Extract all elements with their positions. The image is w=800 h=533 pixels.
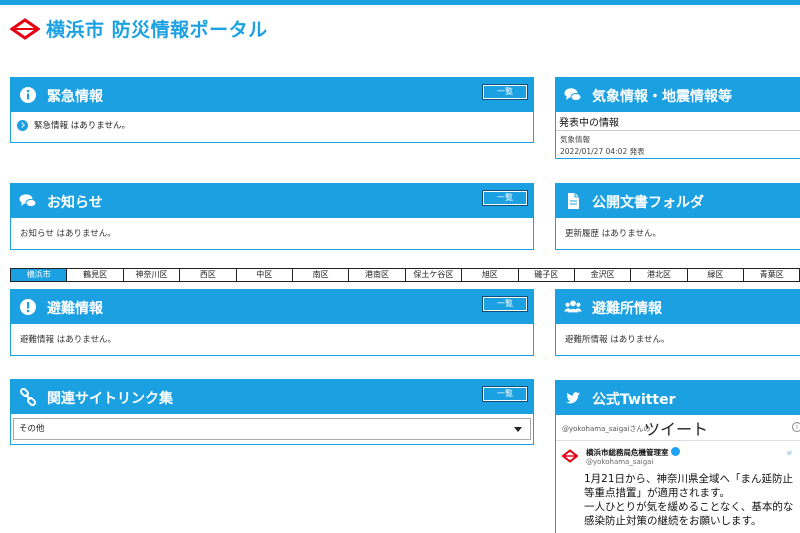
emergency-item[interactable]: 緊急情報 はありません。 <box>11 112 533 138</box>
info-icon[interactable]: i <box>792 422 800 432</box>
notices-text: お知らせ はありません。 <box>20 229 116 239</box>
emergency-panel: 緊急情報 一覧 緊急情報 はありません。 <box>10 77 534 143</box>
documents-header: 公開文書フォルダ <box>556 184 800 218</box>
twitter-by-label[interactable]: @yokohama_saigaiさんの <box>562 424 650 434</box>
ward-tab[interactable]: 横浜市 <box>11 269 68 281</box>
shelters-header: 避難所情報 <box>556 290 800 324</box>
links-select[interactable]: その他 <box>13 418 531 440</box>
tweet-handle[interactable]: @yokohama_saigai <box>586 458 800 466</box>
yokohama-logo-icon[interactable] <box>10 18 40 40</box>
evacuation-panel: 避難情報 一覧 避難情報 はありません。 <box>10 289 534 356</box>
exclamation-icon <box>20 299 36 315</box>
info-icon <box>20 87 36 103</box>
notices-title: お知らせ <box>47 195 103 211</box>
emergency-header: 緊急情報 一覧 <box>11 78 533 112</box>
ward-tab[interactable]: 磯子区 <box>518 269 575 281</box>
links-select-value: その他 <box>19 424 45 434</box>
twitter-bird-icon[interactable] <box>785 449 794 457</box>
ward-tabs: 横浜市 鶴見区 神奈川区 西区 中区 南区 港南区 保土ケ谷区 旭区 磯子区 金沢区 港北区 緑区 青葉区 <box>10 268 800 282</box>
ward-tab[interactable]: 緑区 <box>687 269 745 281</box>
twitter-bird-icon <box>566 392 580 404</box>
documents-panel: 公開文書フォルダ 更新履歴 はありません。 <box>555 183 800 250</box>
weather-panel: 気象情報・地震情報等 発表中の情報 気象情報 2022/01/27 04:02 … <box>555 77 800 159</box>
evacuation-header: 避難情報 一覧 <box>11 290 533 324</box>
evacuation-text: 避難情報 はありません。 <box>20 335 116 345</box>
weather-header: 気象情報・地震情報等 <box>556 78 800 112</box>
ward-tab[interactable]: 青葉区 <box>744 269 800 281</box>
twitter-tweet-heading: ツイート <box>644 420 709 439</box>
tweet-item[interactable]: 横浜市総務局危機管理室 @yokohama_saigai 1月21日から、神奈川… <box>556 441 800 528</box>
weather-item-title: 気象情報 <box>560 135 590 144</box>
shelters-panel: 避難所情報 避難所情報 はありません。 <box>555 289 800 356</box>
evacuation-list-button[interactable]: 一覧 <box>482 296 528 312</box>
emergency-item-text: 緊急情報 はありません。 <box>34 121 130 131</box>
ward-tab[interactable]: 港南区 <box>349 269 406 281</box>
links-title: 関連サイトリンク集 <box>47 391 173 407</box>
tweet-text: 1月21日から、神奈川県全域へ「まん延防止等重点措置」が適用されます。 一人ひと… <box>584 473 794 527</box>
shelters-text: 避難所情報 はありません。 <box>565 335 670 345</box>
account-avatar[interactable] <box>562 449 578 463</box>
ward-tab[interactable]: 神奈川区 <box>123 269 181 281</box>
links-list-button[interactable]: 一覧 <box>482 386 528 402</box>
notices-list-button[interactable]: 一覧 <box>482 190 528 206</box>
ward-tab[interactable]: 港北区 <box>631 269 688 281</box>
ward-tab[interactable]: 西区 <box>180 269 237 281</box>
ward-tab[interactable]: 中区 <box>236 269 293 281</box>
shelters-title: 避難所情報 <box>592 301 662 317</box>
documents-text: 更新履歴 はありません。 <box>565 229 661 239</box>
twitter-header: 公式Twitter <box>556 381 800 415</box>
caret-down-icon <box>514 427 522 432</box>
emergency-title: 緊急情報 <box>47 89 103 105</box>
top-accent-bar <box>0 0 800 5</box>
twitter-timeline-header: @yokohama_saigaiさんの ツイート i <box>556 415 800 441</box>
ward-tab[interactable]: 金沢区 <box>574 269 632 281</box>
ward-tab[interactable]: 鶴見区 <box>67 269 124 281</box>
weather-title: 気象情報・地震情報等 <box>592 89 732 105</box>
ward-tab[interactable]: 保土ケ谷区 <box>405 269 463 281</box>
document-icon <box>568 193 579 209</box>
tweet-account-name[interactable]: 横浜市総務局危機管理室 <box>586 448 669 457</box>
twitter-title: 公式Twitter <box>592 392 676 408</box>
users-icon <box>564 300 582 313</box>
emergency-list-button[interactable]: 一覧 <box>482 84 528 100</box>
documents-title: 公開文書フォルダ <box>592 195 704 211</box>
link-icon <box>19 388 37 406</box>
weather-subheading: 発表中の情報 <box>556 112 800 131</box>
notices-panel: お知らせ 一覧 お知らせ はありません。 <box>10 183 534 250</box>
ward-tab[interactable]: 旭区 <box>462 269 519 281</box>
verified-badge-icon <box>670 447 680 456</box>
weather-item[interactable]: 気象情報 2022/01/27 04:02 発表 <box>556 131 800 161</box>
chat-bubbles-icon <box>564 88 582 102</box>
links-header: 関連サイトリンク集 一覧 <box>11 380 533 414</box>
chevron-right-icon <box>17 119 28 131</box>
links-panel: 関連サイトリンク集 一覧 その他 <box>10 379 534 445</box>
site-title[interactable]: 横浜市 防災情報ポータル <box>46 15 268 42</box>
weather-item-date: 2022/01/27 04:02 発表 <box>560 147 645 156</box>
ward-tab[interactable]: 南区 <box>292 269 350 281</box>
chat-bubbles-icon <box>19 194 37 208</box>
evacuation-title: 避難情報 <box>47 301 103 317</box>
notices-header: お知らせ 一覧 <box>11 184 533 218</box>
twitter-panel: 公式Twitter @yokohama_saigaiさんの ツイート i 横浜市… <box>555 380 800 533</box>
